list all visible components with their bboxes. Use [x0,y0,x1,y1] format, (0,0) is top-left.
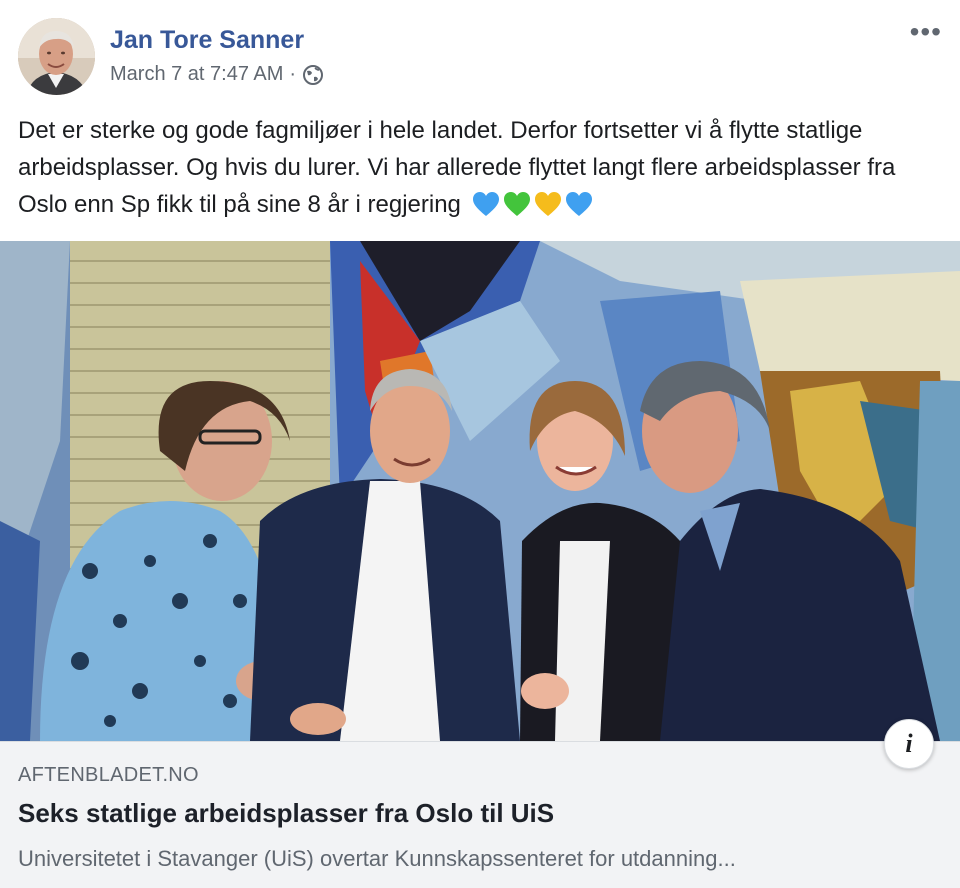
author-name-link[interactable]: Jan Tore Sanner [110,26,304,55]
post-text: Det er sterke og gode fagmiljøer i hele … [18,117,896,218]
post-body: Det er sterke og gode fagmiljøer i hele … [18,112,938,223]
green-heart-emoji [503,192,530,216]
yellow-heart-emoji [534,192,561,216]
link-preview-card[interactable]: AFTENBLADET.NO Seks statlige arbeidsplas… [0,741,960,888]
author-avatar[interactable] [18,18,95,95]
blue-heart-emoji [565,192,592,216]
post-timestamp[interactable]: March 7 at 7:47 AM [110,63,283,86]
link-title[interactable]: Seks statlige arbeidsplasser fra Oslo ti… [18,798,554,829]
link-description: Universitetet i Stavanger (UiS) overtar … [18,846,736,871]
emoji-group [472,191,593,217]
link-preview-image[interactable] [0,241,960,741]
blue-heart-emoji [472,192,499,216]
more-options-icon[interactable]: ••• [910,18,942,46]
post-meta: March 7 at 7:47 AM · [110,63,324,86]
info-icon[interactable]: i [884,719,934,769]
globe-icon[interactable] [302,64,324,86]
link-domain: AFTENBLADET.NO [18,764,199,786]
facebook-post: Jan Tore Sanner March 7 at 7:47 AM · •••… [0,0,960,888]
meta-separator: · [289,63,297,85]
